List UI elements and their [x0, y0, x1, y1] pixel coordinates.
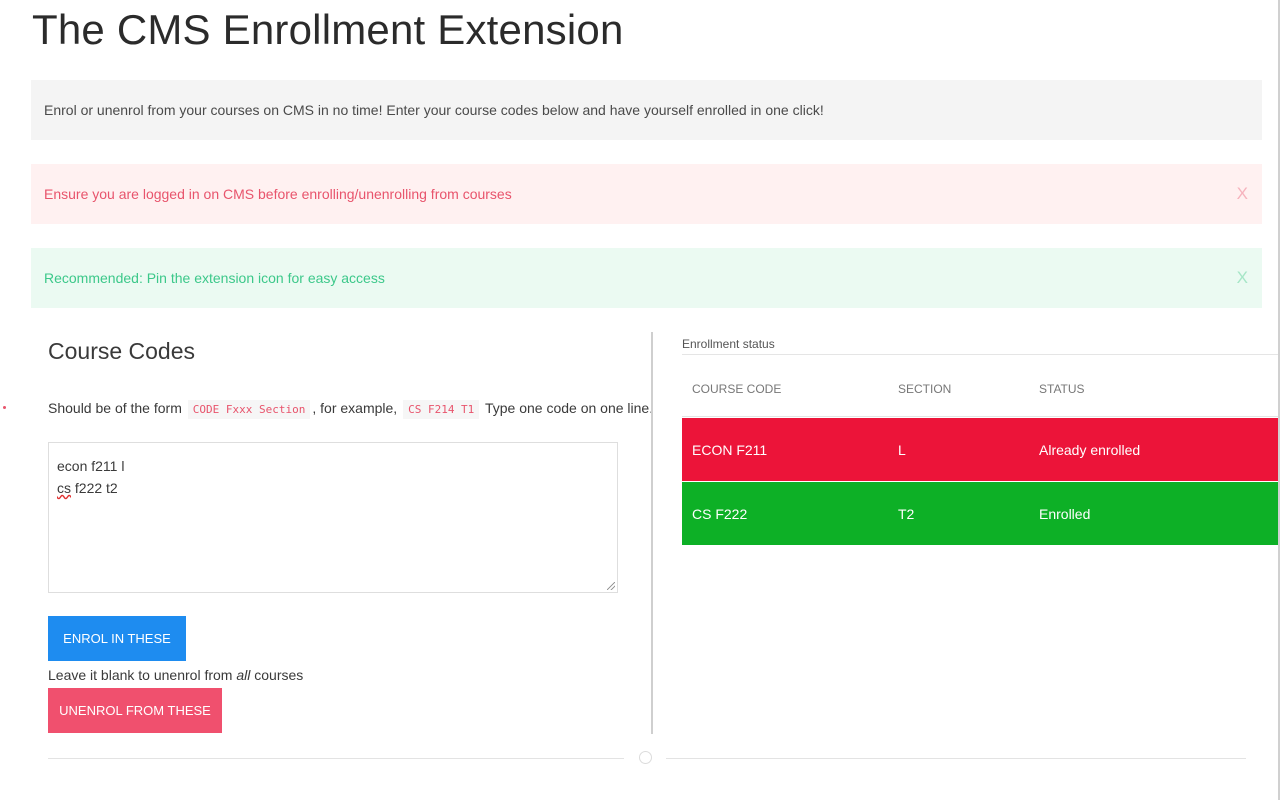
row-status: Already enrolled [1039, 441, 1141, 458]
enrol-button[interactable]: ENROL IN THESE [48, 616, 186, 661]
table-caption: Enrollment status [682, 337, 775, 351]
table-header: COURSE CODE SECTION STATUS [682, 362, 1278, 416]
login-warning-text: Ensure you are logged in on CMS before e… [44, 186, 512, 202]
course-codes-title: Course Codes [48, 338, 196, 364]
codes-line-rest: f222 t2 [71, 480, 118, 496]
example-code: CS F214 T1 [403, 400, 480, 419]
unenrol-hint-suffix: courses [250, 667, 304, 683]
unenrol-hint-emphasis: all [236, 667, 251, 683]
hint-middle: , for example, [312, 400, 398, 416]
column-header-section: SECTION [898, 382, 952, 396]
hint-prefix: Should be of the form [48, 400, 182, 416]
hint-suffix: Type one code on one line. [484, 400, 654, 416]
footer-divider [666, 758, 1246, 759]
caption-divider [682, 354, 1278, 355]
unenrol-hint: Leave it blank to unenrol from all cours… [48, 667, 303, 683]
vertical-divider [651, 332, 653, 734]
misspelled-word: cs [57, 480, 71, 496]
table-row: CS F222 T2 Enrolled [682, 482, 1278, 545]
format-hint: Should be of the form CODE Fxxx Section,… [48, 397, 653, 421]
row-section: T2 [898, 505, 915, 522]
format-code: CODE Fxxx Section [187, 400, 311, 419]
page-title: The CMS Enrollment Extension [32, 6, 624, 53]
close-icon[interactable]: X [1237, 184, 1248, 204]
table-row: ECON F211 L Already enrolled [682, 418, 1278, 481]
codes-line: cs f222 t2 [57, 477, 609, 499]
row-course-code: ECON F211 [692, 441, 768, 458]
column-header-status: STATUS [1039, 382, 1085, 396]
footer-divider [48, 758, 624, 759]
circle-icon [639, 751, 652, 764]
unenrol-button[interactable]: UNENROL FROM THESE [48, 688, 222, 733]
row-status: Enrolled [1039, 505, 1091, 522]
info-text: Enrol or unenrol from your courses on CM… [44, 102, 824, 118]
course-codes-textarea[interactable]: econ f211 l cs f222 t2 [48, 442, 618, 593]
header-divider [682, 416, 1278, 417]
pin-tip-alert: Recommended: Pin the extension icon for … [31, 248, 1262, 308]
pin-tip-text: Recommended: Pin the extension icon for … [44, 270, 385, 286]
column-header-course-code: COURSE CODE [692, 382, 782, 396]
resize-handle-icon[interactable] [607, 582, 615, 590]
row-course-code: CS F222 [692, 505, 748, 522]
dot-mark [3, 406, 6, 409]
unenrol-hint-prefix: Leave it blank to unenrol from [48, 667, 237, 683]
login-warning-alert: Ensure you are logged in on CMS before e… [31, 164, 1262, 224]
codes-line: econ f211 l [57, 458, 125, 474]
info-panel: Enrol or unenrol from your courses on CM… [31, 80, 1262, 140]
close-icon[interactable]: X [1237, 268, 1248, 288]
row-section: L [898, 441, 906, 458]
